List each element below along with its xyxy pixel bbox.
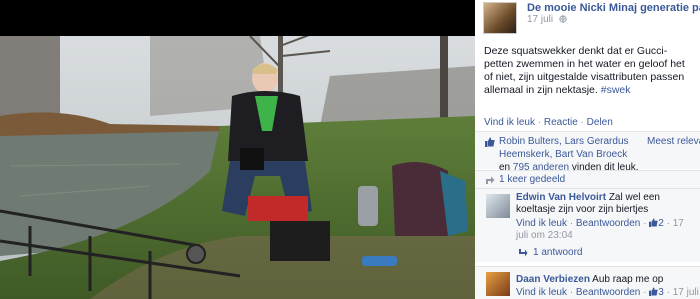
comment-body: Edwin Van Helvoirt Zal wel een koeltasje… <box>516 192 696 216</box>
comment-meta: Vind ik leuk · Beantwoorden · 2 · 17 jul… <box>516 218 684 241</box>
comment-reply-link[interactable]: Beantwoorden <box>576 218 641 229</box>
reply-arrow-icon <box>519 249 528 257</box>
comment-filter-dropdown[interactable]: Meest relevant <box>647 136 700 147</box>
comment-date[interactable]: 17 juli om <box>673 287 700 298</box>
thumbs-up-icon <box>649 218 658 227</box>
share-link[interactable]: Delen <box>587 117 613 128</box>
post-date[interactable]: 17 juli <box>527 14 567 25</box>
view-replies-link[interactable]: 1 antwoord <box>533 247 582 258</box>
globe-icon <box>559 15 567 23</box>
like-link[interactable]: Vind ik leuk <box>484 117 535 128</box>
comment-like-count[interactable]: 2 <box>658 218 664 229</box>
thumbs-up-icon <box>649 287 658 296</box>
page-avatar[interactable] <box>483 2 517 34</box>
post-actions: Vind ik leuk · Reactie · Delen <box>484 117 613 128</box>
comment-body: Daan Verbiezen Aub raap me op <box>516 274 696 286</box>
shares-count-link[interactable]: 1 keer gedeeld <box>499 174 565 185</box>
post-text: Deze squatswekker denkt dat er Gucci-pet… <box>484 45 696 97</box>
commenter-avatar[interactable] <box>486 194 510 218</box>
comment-meta: Vind ik leuk · Beantwoorden · 3 · 17 jul… <box>516 287 700 298</box>
comment-link[interactable]: Reactie <box>544 117 578 128</box>
photo-viewer <box>0 0 475 299</box>
comment-like-count[interactable]: 3 <box>658 287 664 298</box>
comment-like-link[interactable]: Vind ik leuk <box>516 287 567 298</box>
replies-row <box>475 244 700 262</box>
commenter-avatar[interactable] <box>486 272 510 296</box>
comment-text: Aub raap me op <box>592 274 664 285</box>
likes-summary: Robin Bulters, Lars Gerardus Heemskerk, … <box>499 135 639 174</box>
post-sidebar: De mooie Nicki Minaj generatie pagina 17… <box>475 0 700 299</box>
post-date-text: 17 juli <box>527 14 554 25</box>
thumbs-up-icon <box>485 137 495 147</box>
share-icon <box>486 176 495 184</box>
comment-author-link[interactable]: Daan Verbiezen <box>516 274 590 285</box>
post-photo <box>0 36 475 299</box>
comment-like-link[interactable]: Vind ik leuk <box>516 218 567 229</box>
post-header: De mooie Nicki Minaj generatie pagina 17… <box>475 0 700 38</box>
post-body: Deze squatswekker denkt dat er Gucci-pet… <box>484 45 685 96</box>
comment-reply-link[interactable]: Beantwoorden <box>576 287 641 298</box>
comment-author-link[interactable]: Edwin Van Helvoirt <box>516 192 606 203</box>
page-name-link[interactable]: De mooie Nicki Minaj generatie pagina <box>527 2 700 14</box>
hashtag-link[interactable]: #swek <box>601 84 631 96</box>
liker-names-link[interactable]: Robin Bulters, Lars Gerardus Heemskerk, … <box>499 136 629 160</box>
